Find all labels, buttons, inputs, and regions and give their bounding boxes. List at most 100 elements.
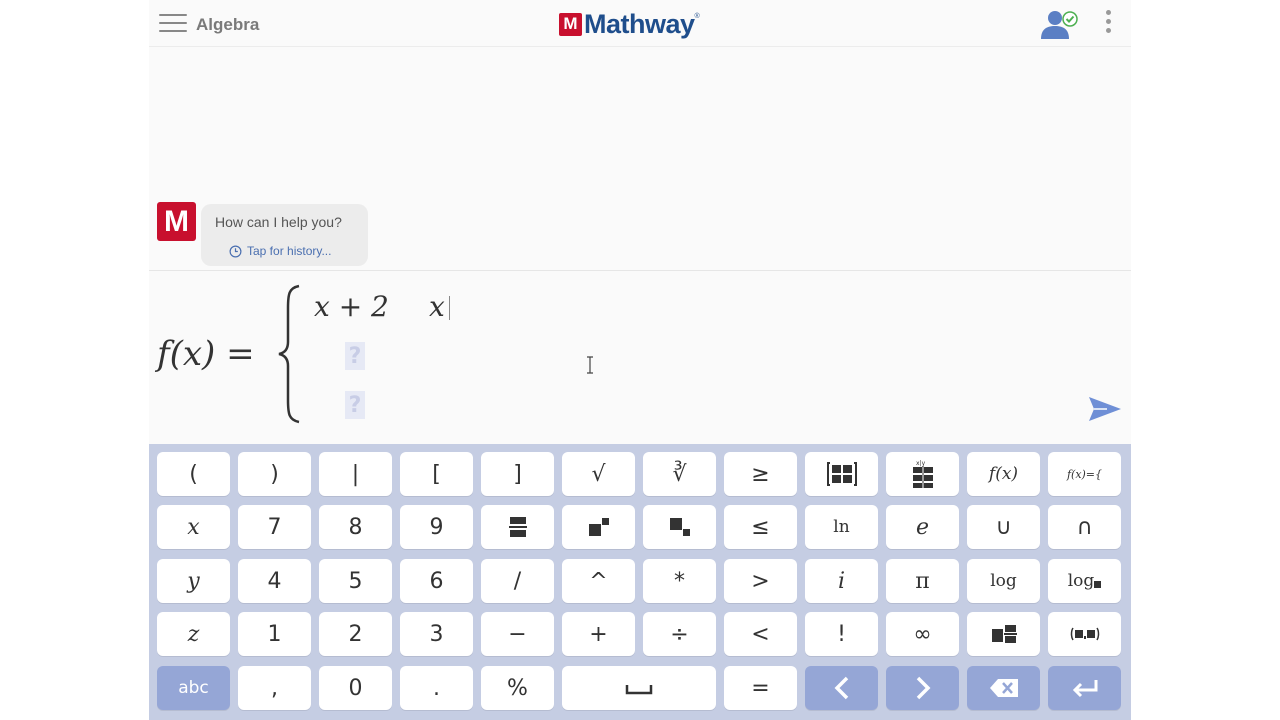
case-1-condition[interactable]: x xyxy=(429,290,445,323)
interval-icon xyxy=(1070,627,1099,641)
key-open-paren[interactable]: ( xyxy=(157,452,230,496)
key-matrix[interactable] xyxy=(805,452,878,496)
mixed-fraction-icon xyxy=(991,625,1017,643)
key-log-base[interactable]: log xyxy=(1048,559,1121,603)
key-absolute[interactable]: | xyxy=(319,452,392,496)
input-caret xyxy=(449,296,450,320)
key-8[interactable]: 8 xyxy=(319,505,392,549)
key-less[interactable]: < xyxy=(724,612,797,656)
header-bar: Algebra M Mathway ® xyxy=(149,0,1131,47)
fraction-icon xyxy=(508,517,527,537)
key-0[interactable]: 0 xyxy=(319,666,392,710)
backspace-icon xyxy=(989,679,1018,697)
mathway-logo-icon: M xyxy=(559,12,582,36)
key-pi[interactable]: π xyxy=(886,559,959,603)
matrix-icon xyxy=(826,462,857,486)
key-less-equal[interactable]: ≤ xyxy=(724,505,797,549)
key-z[interactable]: z xyxy=(157,612,230,656)
enter-icon xyxy=(1072,680,1097,698)
key-2[interactable]: 2 xyxy=(319,612,392,656)
key-period[interactable]: . xyxy=(400,666,473,710)
key-ln[interactable]: ln xyxy=(805,505,878,549)
key-caret[interactable]: ^ xyxy=(562,559,635,603)
key-subscript[interactable] xyxy=(643,505,716,549)
key-greater-equal[interactable]: ≥ xyxy=(724,452,797,496)
key-factorial[interactable]: ! xyxy=(805,612,878,656)
key-sqrt[interactable]: √ xyxy=(562,452,635,496)
history-link-label[interactable]: Tap for history... xyxy=(247,244,331,258)
superscript-icon xyxy=(588,518,609,536)
key-table[interactable]: x|y xyxy=(886,452,959,496)
subscript-box-icon xyxy=(1094,581,1102,588)
key-union[interactable]: ∪ xyxy=(967,505,1040,549)
trademark-mark: ® xyxy=(694,13,700,20)
key-cursor-right[interactable] xyxy=(886,666,959,710)
key-1[interactable]: 1 xyxy=(238,612,311,656)
key-y[interactable]: y xyxy=(157,559,230,603)
key-piecewise[interactable]: f(x)={ xyxy=(1048,452,1121,496)
key-infinity[interactable]: ∞ xyxy=(886,612,959,656)
table-grid-icon: x|y xyxy=(912,460,933,488)
brand-logo: M Mathway ® xyxy=(559,9,700,39)
bot-avatar: M xyxy=(157,202,196,241)
key-mixed-fraction[interactable] xyxy=(967,612,1040,656)
chevron-right-icon xyxy=(916,676,930,700)
math-keyboard: ( ) | [ ] √ ∛ ≥ x|y f(x) f(x)={ x 7 8 9 … xyxy=(149,444,1131,720)
brand-name: Mathway xyxy=(584,8,695,39)
key-equals[interactable]: = xyxy=(724,666,797,710)
key-3[interactable]: 3 xyxy=(400,612,473,656)
case-1-expression[interactable]: x + 2 xyxy=(314,290,389,323)
key-nth-root[interactable]: ∛ xyxy=(643,452,716,496)
key-9[interactable]: 9 xyxy=(400,505,473,549)
user-account-icon[interactable] xyxy=(1039,9,1081,41)
send-icon[interactable] xyxy=(1087,394,1123,424)
key-minus[interactable]: − xyxy=(481,612,554,656)
key-abc[interactable]: abc xyxy=(157,666,230,710)
key-comma[interactable]: , xyxy=(238,666,311,710)
key-space[interactable] xyxy=(562,666,716,710)
key-close-paren[interactable]: ) xyxy=(238,452,311,496)
greeting-text: How can I help you? xyxy=(215,214,342,230)
key-log[interactable]: log xyxy=(967,559,1040,603)
key-superscript[interactable] xyxy=(562,505,635,549)
case-3-placeholder[interactable]: ? xyxy=(345,391,365,419)
clock-icon xyxy=(229,245,242,257)
key-percent[interactable]: % xyxy=(481,666,554,710)
function-lhs: f(x) = xyxy=(157,334,255,374)
history-link[interactable]: Tap for history... xyxy=(229,244,331,258)
key-divide[interactable]: ÷ xyxy=(643,612,716,656)
chat-area: M How can I help you? Tap for history... xyxy=(149,48,1131,271)
math-input-editor[interactable]: f(x) = x + 2 x ? ? xyxy=(149,272,1131,444)
key-intersection[interactable]: ∩ xyxy=(1048,505,1121,549)
key-e[interactable]: e xyxy=(886,505,959,549)
section-title[interactable]: Algebra xyxy=(196,15,259,35)
text-cursor-icon xyxy=(587,356,593,374)
key-slash[interactable]: / xyxy=(481,559,554,603)
key-imaginary-i[interactable]: i xyxy=(805,559,878,603)
key-cursor-left[interactable] xyxy=(805,666,878,710)
key-x[interactable]: x xyxy=(157,505,230,549)
svg-text:x|y: x|y xyxy=(916,460,926,467)
app: Algebra M Mathway ® M How can I help you… xyxy=(149,0,1131,720)
subscript-icon xyxy=(669,518,690,536)
key-plus[interactable]: + xyxy=(562,612,635,656)
space-bar-icon xyxy=(625,685,653,695)
left-brace-icon xyxy=(278,284,300,424)
key-6[interactable]: 6 xyxy=(400,559,473,603)
key-fraction[interactable] xyxy=(481,505,554,549)
key-7[interactable]: 7 xyxy=(238,505,311,549)
key-asterisk[interactable]: * xyxy=(643,559,716,603)
key-interval[interactable] xyxy=(1048,612,1121,656)
key-4[interactable]: 4 xyxy=(238,559,311,603)
key-5[interactable]: 5 xyxy=(319,559,392,603)
key-close-bracket[interactable]: ] xyxy=(481,452,554,496)
case-2-placeholder[interactable]: ? xyxy=(345,342,365,370)
key-backspace[interactable] xyxy=(967,666,1040,710)
chat-bubble: How can I help you? Tap for history... xyxy=(201,204,368,266)
more-options-icon[interactable] xyxy=(1101,10,1115,38)
hamburger-menu-icon[interactable] xyxy=(159,14,187,34)
key-greater[interactable]: > xyxy=(724,559,797,603)
key-enter[interactable] xyxy=(1048,666,1121,710)
key-function[interactable]: f(x) xyxy=(967,452,1040,496)
key-open-bracket[interactable]: [ xyxy=(400,452,473,496)
